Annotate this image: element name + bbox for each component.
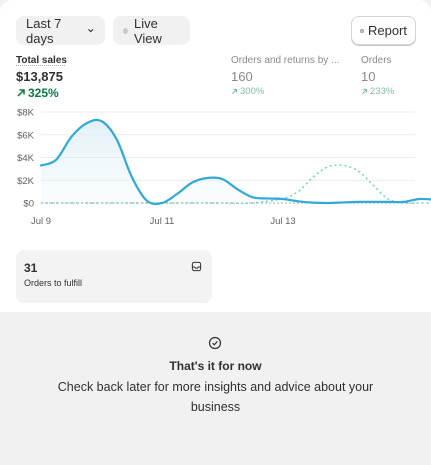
live-status-dot-icon xyxy=(123,27,128,34)
live-view-label: Live View xyxy=(133,15,162,46)
fulfill-count: 31 xyxy=(24,261,38,275)
sales-area xyxy=(41,119,431,204)
date-range-label: Last 7 days xyxy=(26,15,62,46)
metric-value: 160 xyxy=(231,69,253,84)
y-tick-label: $8K xyxy=(17,108,35,119)
y-tick-label: $4K xyxy=(17,153,35,164)
y-tick-label: $2K xyxy=(17,176,35,187)
metric-delta-value: 233% xyxy=(370,86,395,97)
report-button[interactable]: Report xyxy=(351,16,416,45)
empty-state-title: That's it for now xyxy=(169,359,262,373)
date-range-button[interactable]: Last 7 days xyxy=(16,15,105,46)
orders-to-fulfill-card[interactable]: 31 Orders to fulfill xyxy=(16,250,212,303)
y-tick-label: $6K xyxy=(17,130,35,141)
metric-delta-value: 300% xyxy=(240,86,265,97)
report-icon xyxy=(360,28,364,33)
empty-state-text: Check back later for more insights and a… xyxy=(57,380,374,414)
arrow-up-right-icon xyxy=(232,88,238,94)
analytics-card: Last 7 days Live View Report Total sales… xyxy=(0,0,431,312)
metric-delta: 233% xyxy=(361,86,421,97)
inbox-icon xyxy=(191,261,202,272)
sales-line-chart: $8K $6K $4K $2K $0 Jul 9 Jul 11 Jul 13 xyxy=(17,108,431,227)
x-tick-label: Jul 11 xyxy=(150,216,175,227)
arrow-up-right-icon xyxy=(362,88,368,94)
metric-value: 10 xyxy=(361,69,376,84)
metric-orders-returns[interactable]: Orders and returns by ... 160 300% xyxy=(231,55,346,97)
report-label: Report xyxy=(367,23,407,38)
metric-total-sales[interactable]: Total sales $13,875 325% xyxy=(16,55,126,100)
live-view-button[interactable]: Live View xyxy=(113,15,190,46)
x-tick-label: Jul 13 xyxy=(270,216,295,227)
metric-label: Orders xyxy=(361,55,392,66)
metric-delta: 300% xyxy=(231,86,346,97)
fulfill-label: Orders to fulfill xyxy=(24,278,83,288)
metric-delta-value: 325% xyxy=(28,86,59,100)
metric-label: Orders and returns by ... xyxy=(231,55,340,66)
metric-value: $13,875 xyxy=(16,69,63,84)
chevron-down-icon xyxy=(88,29,94,33)
y-tick-label: $0 xyxy=(23,199,34,210)
x-tick-label: Jul 9 xyxy=(31,216,51,227)
check-circle-icon xyxy=(208,336,222,350)
metric-orders[interactable]: Orders 10 233% xyxy=(361,55,421,97)
metric-delta: 325% xyxy=(16,86,126,100)
metric-label: Total sales xyxy=(16,55,67,66)
arrow-up-right-icon xyxy=(17,89,25,97)
